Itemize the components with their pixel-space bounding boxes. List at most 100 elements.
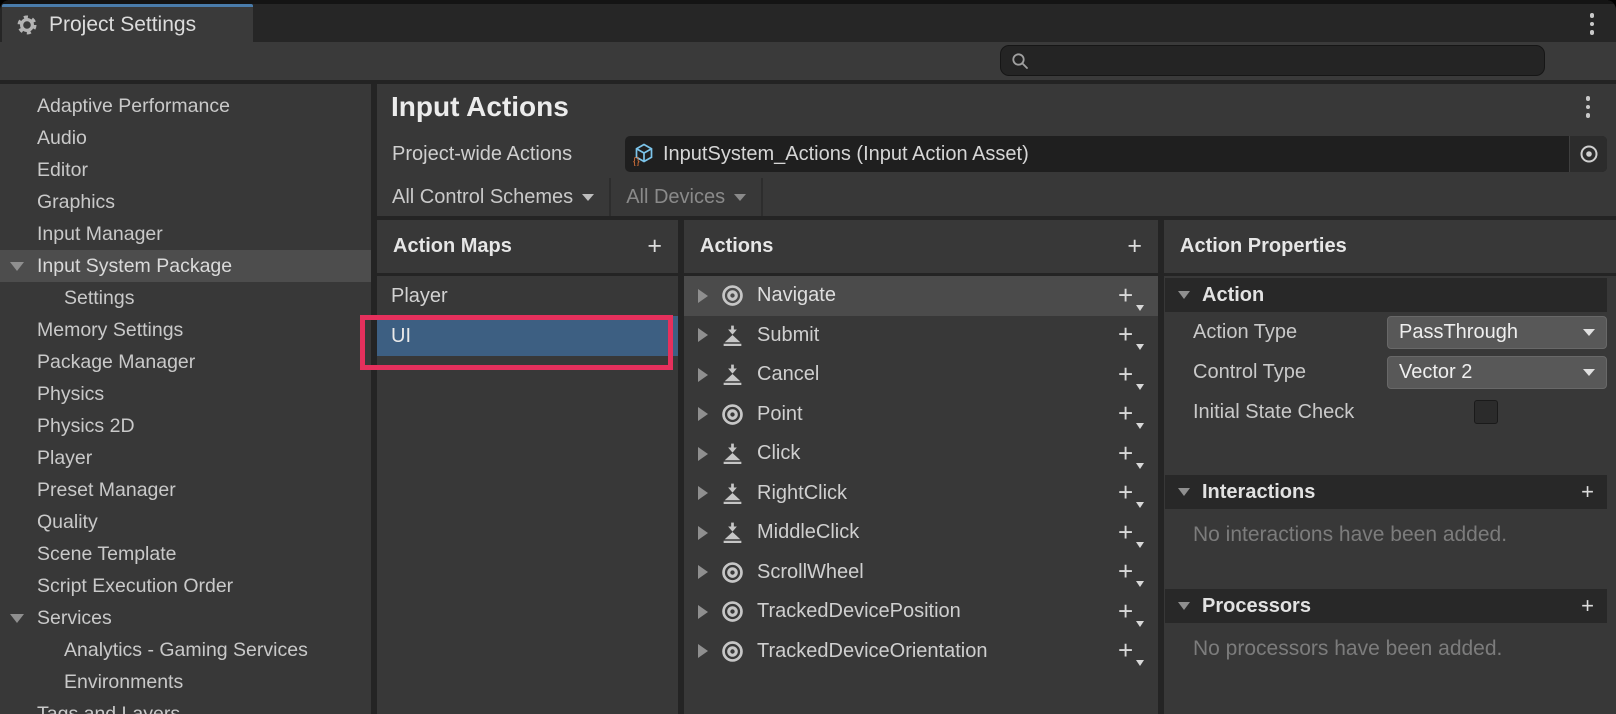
add-binding-button[interactable]: + (1118, 362, 1144, 388)
value-action-icon (720, 560, 745, 585)
add-action-map-button[interactable]: + (647, 234, 662, 259)
add-binding-button[interactable]: + (1118, 559, 1144, 585)
action-row-trackeddeviceorientation[interactable]: TrackedDeviceOrientation+ (684, 632, 1158, 672)
sidebar-item-scene-template[interactable]: Scene Template (0, 538, 371, 570)
chevron-down-icon (734, 194, 746, 201)
project-wide-actions-label: Project-wide Actions (392, 143, 625, 166)
add-interaction-button[interactable]: + (1581, 481, 1594, 503)
window-body: Adaptive PerformanceAudioEditorGraphicsI… (0, 84, 1616, 714)
foldout-collapsed-icon[interactable] (698, 526, 708, 540)
action-name: TrackedDevicePosition (757, 600, 1106, 623)
add-binding-button[interactable]: + (1118, 638, 1144, 664)
button-action-icon (720, 362, 745, 387)
action-map-name: Player (391, 285, 448, 308)
add-processor-button[interactable]: + (1581, 595, 1594, 617)
action-map-row-ui[interactable]: UI (377, 316, 678, 356)
sidebar-item-input-system-package[interactable]: Input System Package (0, 250, 371, 282)
action-section-bar[interactable]: Action (1165, 278, 1607, 312)
editor-columns: Action Maps + Player UI Actions + Navigat… (377, 220, 1616, 714)
action-row-trackeddeviceposition[interactable]: TrackedDevicePosition + (684, 592, 1158, 632)
foldout-collapsed-icon[interactable] (698, 447, 708, 461)
add-binding-button[interactable]: + (1118, 520, 1144, 546)
foldout-collapsed-icon[interactable] (698, 486, 708, 500)
sidebar-item-settings[interactable]: Settings (0, 282, 371, 314)
control-type-dropdown[interactable]: Vector 2 (1387, 356, 1607, 389)
foldout-collapsed-icon[interactable] (698, 565, 708, 579)
value-action-icon (720, 639, 745, 664)
processors-section-bar[interactable]: Processors + (1165, 589, 1607, 623)
search-input[interactable] (1030, 46, 1544, 75)
foldout-expanded-icon (1178, 291, 1190, 299)
object-picker-button[interactable] (1569, 136, 1607, 172)
button-action-icon (720, 441, 745, 466)
action-row-scrollwheel[interactable]: ScrollWheel+ (684, 553, 1158, 593)
action-row-navigate[interactable]: Navigate+ (684, 276, 1158, 316)
action-name: Point (757, 403, 1106, 426)
device-dropdown[interactable]: All Devices (611, 178, 763, 216)
action-row-rightclick[interactable]: RightClick+ (684, 474, 1158, 514)
add-binding-button[interactable]: + (1118, 480, 1144, 506)
sidebar-item-editor[interactable]: Editor (0, 154, 371, 186)
sidebar-item-label: Physics (37, 383, 104, 406)
sidebar-item-input-manager[interactable]: Input Manager (0, 218, 371, 250)
actions-header: Actions + (684, 220, 1158, 276)
sidebar-item-adaptive-performance[interactable]: Adaptive Performance (0, 90, 371, 122)
sidebar-item-label: Tags and Layers (37, 703, 180, 714)
button-action-icon (720, 481, 745, 506)
sidebar-item-analytics-gaming-services[interactable]: Analytics - Gaming Services (0, 634, 371, 666)
sidebar-item-services[interactable]: Services (0, 602, 371, 634)
interactions-empty-message: No interactions have been added. (1193, 523, 1607, 547)
input-action-asset-field[interactable]: {} InputSystem_Actions (Input Action Ass… (625, 136, 1607, 172)
sidebar-item-graphics[interactable]: Graphics (0, 186, 371, 218)
window-menu-kebab-icon[interactable] (1590, 13, 1595, 35)
button-action-icon (720, 323, 745, 348)
sidebar-item-physics[interactable]: Physics (0, 378, 371, 410)
value-action-icon (720, 402, 745, 427)
sidebar-item-physics-2d[interactable]: Physics 2D (0, 410, 371, 442)
action-map-row-player[interactable]: Player (377, 276, 678, 316)
foldout-collapsed-icon[interactable] (698, 407, 708, 421)
sidebar-item-memory-settings[interactable]: Memory Settings (0, 314, 371, 346)
search-field[interactable] (1000, 45, 1545, 76)
sidebar-item-player[interactable]: Player (0, 442, 371, 474)
foldout-collapsed-icon[interactable] (698, 368, 708, 382)
add-action-button[interactable]: + (1127, 234, 1142, 259)
interactions-section-bar[interactable]: Interactions + (1165, 475, 1607, 509)
action-maps-title: Action Maps (393, 235, 647, 258)
sidebar-item-preset-manager[interactable]: Preset Manager (0, 474, 371, 506)
action-type-dropdown[interactable]: PassThrough (1387, 316, 1607, 349)
action-row-submit[interactable]: Submit+ (684, 316, 1158, 356)
action-row-cancel[interactable]: Cancel+ (684, 355, 1158, 395)
sidebar-item-label: Quality (37, 511, 98, 534)
foldout-collapsed-icon[interactable] (698, 644, 708, 658)
initial-state-check-row: Initial State Check (1164, 392, 1616, 432)
foldout-collapsed-icon[interactable] (698, 328, 708, 342)
input-actions-menu-kebab-icon[interactable] (1586, 96, 1591, 118)
sidebar-item-label: Preset Manager (37, 479, 176, 502)
add-binding-button[interactable]: + (1118, 283, 1144, 309)
sidebar-item-package-manager[interactable]: Package Manager (0, 346, 371, 378)
sidebar-item-label: Player (37, 447, 92, 470)
foldout-collapsed-icon[interactable] (698, 605, 708, 619)
foldout-expanded-icon (1178, 488, 1190, 496)
action-row-click[interactable]: Click+ (684, 434, 1158, 474)
sidebar-item-script-execution-order[interactable]: Script Execution Order (0, 570, 371, 602)
sidebar-item-quality[interactable]: Quality (0, 506, 371, 538)
action-properties-title: Action Properties (1180, 235, 1600, 258)
add-binding-button[interactable]: + (1118, 322, 1144, 348)
action-row-middleclick[interactable]: MiddleClick+ (684, 513, 1158, 553)
foldout-expanded-icon[interactable] (10, 262, 24, 271)
action-row-point[interactable]: Point + (684, 395, 1158, 435)
foldout-expanded-icon[interactable] (10, 614, 24, 623)
add-binding-button[interactable]: + (1118, 401, 1144, 427)
svg-text:{}: {} (633, 157, 640, 167)
control-scheme-dropdown[interactable]: All Control Schemes (377, 178, 611, 216)
initial-state-check-checkbox[interactable] (1474, 400, 1498, 424)
sidebar-item-tags-and-layers[interactable]: Tags and Layers (0, 698, 371, 714)
sidebar-item-audio[interactable]: Audio (0, 122, 371, 154)
tab-project-settings[interactable]: Project Settings (2, 4, 253, 42)
add-binding-button[interactable]: + (1118, 599, 1144, 625)
add-binding-button[interactable]: + (1118, 441, 1144, 467)
sidebar-item-environments[interactable]: Environments (0, 666, 371, 698)
foldout-collapsed-icon[interactable] (698, 289, 708, 303)
